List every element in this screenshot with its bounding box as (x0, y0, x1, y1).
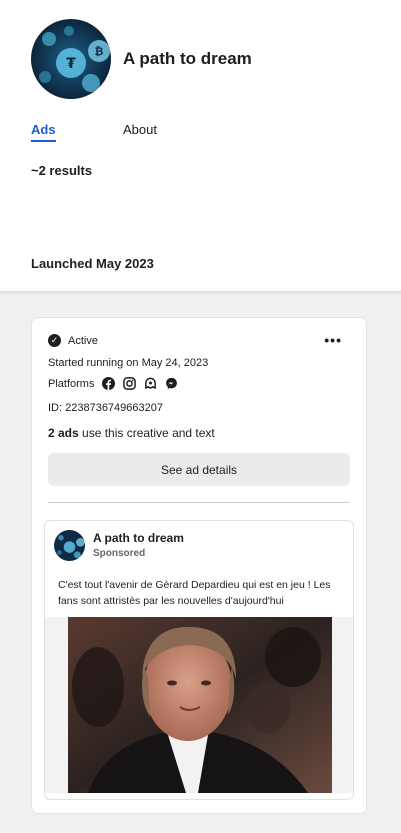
status-row: ✓ Active (48, 334, 98, 347)
status-badge: Active (68, 334, 98, 347)
svg-text:₿: ₿ (95, 45, 104, 58)
tab-about[interactable]: About (123, 122, 157, 137)
ads-count-suffix: use this creative and text (78, 426, 215, 440)
results-count: ~2 results (31, 163, 93, 178)
started-running-text: Started running on May 24, 2023 (48, 357, 209, 369)
crypto-avatar-image (54, 530, 85, 561)
ad-card: ✓ Active ••• Started running on May 24, … (32, 318, 366, 813)
divider (48, 502, 350, 503)
see-ad-details-button[interactable]: See ad details (48, 453, 350, 486)
ad-preview: A path to dream Sponsored C'est tout l'a… (44, 520, 354, 800)
ads-count-text: 2 ads use this creative and text (48, 426, 215, 440)
facebook-icon (102, 377, 116, 390)
ad-body-text: C'est tout l'avenir de Gèrard Depardieu … (58, 579, 331, 607)
ad-image-container (45, 617, 353, 793)
page-avatar[interactable]: ₮ ₿ (31, 19, 111, 99)
audience-network-icon (145, 377, 157, 389)
messenger-icon (166, 377, 178, 390)
platforms-row: Platforms (48, 377, 186, 390)
tab-ads[interactable]: Ads (31, 122, 56, 142)
svg-text:₮: ₮ (66, 56, 76, 72)
crypto-avatar-image: ₮ ₿ (31, 19, 111, 99)
preview-avatar[interactable] (54, 530, 85, 561)
page-title: A path to dream (123, 49, 252, 68)
instagram-icon (123, 377, 137, 390)
preview-page-name[interactable]: A path to dream (93, 531, 184, 545)
launched-date: Launched May 2023 (31, 256, 154, 271)
more-options-button[interactable]: ••• (324, 333, 342, 347)
platforms-label: Platforms (48, 377, 95, 390)
sponsored-label: Sponsored (93, 548, 146, 559)
portrait-photo (68, 617, 332, 793)
ad-image[interactable] (68, 617, 332, 793)
check-circle-icon: ✓ (48, 334, 61, 347)
page-header: ₮ ₿ A path to dream Ads About ~2 results… (0, 0, 401, 292)
ad-id: ID: 2238736749663207 (48, 402, 163, 414)
ads-count-number: 2 ads (48, 426, 79, 440)
